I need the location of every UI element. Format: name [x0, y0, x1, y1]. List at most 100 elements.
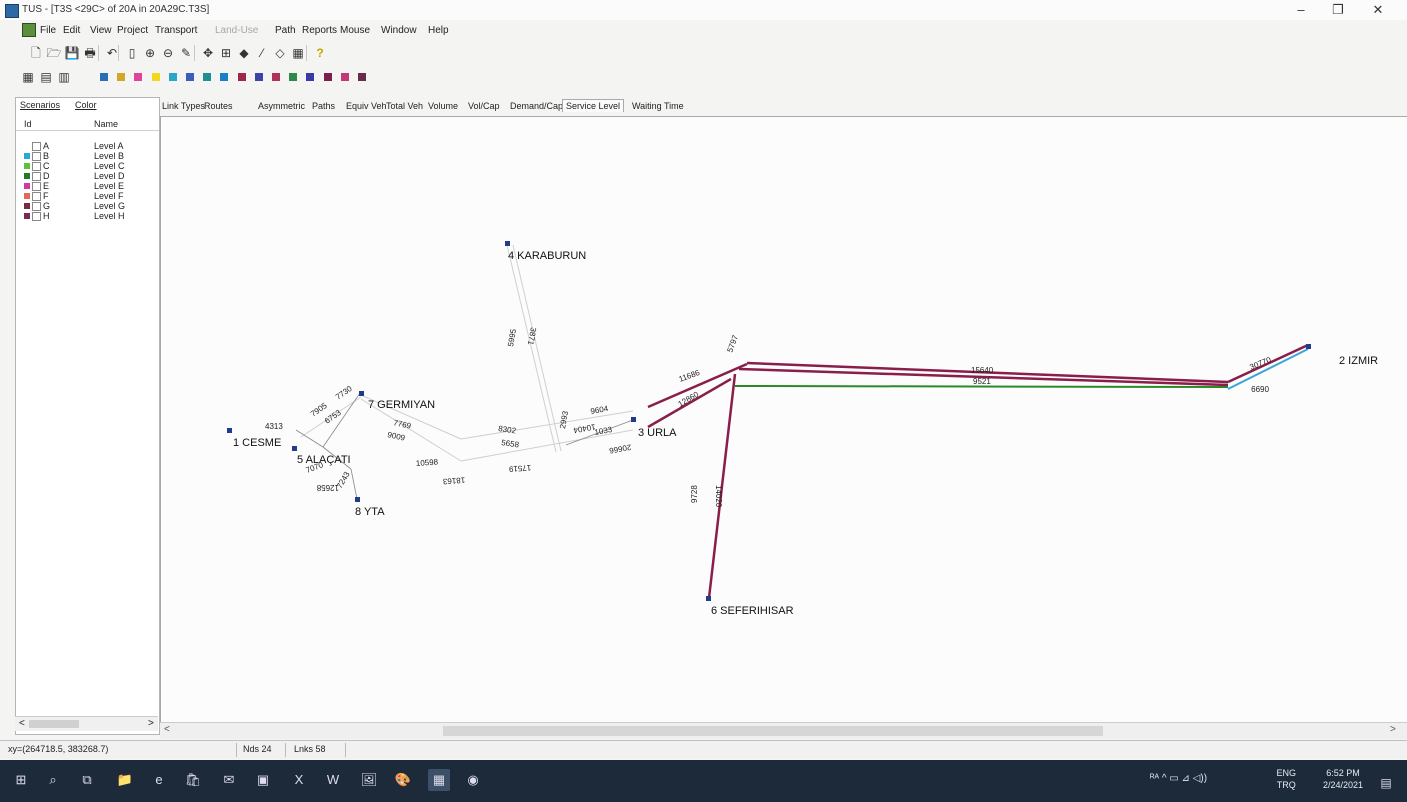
level-row[interactable]: D Level D [16, 171, 159, 181]
zoom-in-icon[interactable]: ⊕ [142, 45, 158, 61]
tab-service-level[interactable]: Service Level [562, 99, 625, 112]
language-indicator[interactable]: ENG TRQ [1276, 767, 1296, 791]
tab-total-veh[interactable]: Total Veh [386, 101, 423, 111]
tus-app-icon[interactable]: ▦ [428, 769, 450, 791]
network-map[interactable]: 4 KARABURUN 2 IZMIR 3 URLA 1 CESME 5 ALA… [161, 117, 1407, 724]
node-markers[interactable] [227, 241, 1311, 601]
edge-icon[interactable]: e [148, 769, 170, 791]
scroll-thumb[interactable] [443, 726, 1103, 736]
tab-routes[interactable]: Routes [204, 101, 233, 111]
scroll-right-icon[interactable]: > [148, 718, 154, 729]
tab-vol-cap[interactable]: Vol/Cap [468, 101, 500, 111]
color-swatch-button[interactable] [340, 73, 349, 81]
level-row[interactable]: B Level B [16, 151, 159, 161]
level-row[interactable]: H Level H [16, 211, 159, 221]
store-icon[interactable]: 🛍 [182, 769, 204, 791]
print-icon[interactable]: 🖶 [82, 45, 98, 61]
open-icon[interactable]: 🗁 [46, 45, 62, 61]
level-checkbox[interactable] [32, 202, 41, 211]
scroll-thumb[interactable] [29, 720, 79, 728]
menu-land-use[interactable]: Land-Use [215, 25, 258, 36]
scroll-left-icon[interactable]: < [164, 724, 170, 735]
system-tray[interactable]: ᴿᴬ ^ ▭ ⊿ ◁)) [1150, 773, 1207, 784]
level-row[interactable]: G Level G [16, 201, 159, 211]
menu-window[interactable]: Window [381, 25, 417, 36]
level-row[interactable]: E Level E [16, 181, 159, 191]
color-swatch-button[interactable] [272, 73, 280, 81]
task-view-icon[interactable]: ⧉ [76, 769, 98, 791]
menu-edit[interactable]: Edit [63, 25, 80, 36]
name-header[interactable]: Name [94, 119, 118, 129]
paint-icon[interactable]: 🎨 [392, 769, 414, 791]
color-swatch-button[interactable] [306, 73, 315, 81]
tab-color[interactable]: Color [75, 100, 97, 110]
menu-path[interactable]: Path [275, 25, 296, 36]
color-swatch-button[interactable] [289, 73, 298, 81]
color-swatch-button[interactable] [134, 73, 143, 81]
scroll-left-icon[interactable]: < [19, 718, 25, 729]
close-button[interactable]: ✕ [1363, 2, 1393, 18]
chrome-icon[interactable]: ◉ [462, 769, 484, 791]
color-swatch-button[interactable] [100, 73, 108, 81]
menu-transport[interactable]: Transport [155, 25, 197, 36]
help-icon[interactable]: ? [312, 45, 328, 61]
menu-mouse[interactable]: Mouse [340, 25, 370, 36]
link-level-d[interactable] [734, 385, 1229, 388]
tab-waiting-time[interactable]: Waiting Time [632, 101, 684, 111]
notifications-icon[interactable]: ▤ [1375, 772, 1397, 794]
photos-icon[interactable]: ▣ [252, 769, 274, 791]
tab-scenarios[interactable]: Scenarios [20, 100, 60, 110]
clock[interactable]: 6:52 PM 2/24/2021 [1323, 767, 1363, 791]
photo-viewer-icon[interactable]: 🖼 [358, 769, 380, 791]
color-swatch-button[interactable] [220, 73, 229, 81]
level-checkbox[interactable] [32, 192, 41, 201]
file-explorer-icon[interactable]: 📁 [114, 769, 136, 791]
grid-view-icon[interactable]: ▦ [20, 69, 36, 85]
tab-paths[interactable]: Paths [312, 101, 335, 111]
id-header[interactable]: Id [24, 119, 32, 129]
left-panel-scrollbar[interactable]: < > [15, 716, 158, 731]
color-swatch-button[interactable] [254, 73, 263, 81]
tab-equiv-veh[interactable]: Equiv Veh [346, 101, 387, 111]
color-swatch-button[interactable] [358, 73, 366, 81]
map-canvas[interactable]: 4 KARABURUN 2 IZMIR 3 URLA 1 CESME 5 ALA… [160, 116, 1407, 725]
document-icon[interactable] [22, 23, 36, 37]
new-icon[interactable]: 🗋 [28, 45, 44, 61]
menu-reports[interactable]: Reports [302, 25, 337, 36]
zoom-out-icon[interactable]: ⊖ [160, 45, 176, 61]
tab-demand-cap[interactable]: Demand/Cap [510, 101, 563, 111]
color-swatch-button[interactable] [203, 73, 212, 81]
select-icon[interactable]: ◇ [272, 45, 288, 61]
page-icon[interactable]: ▯ [124, 45, 140, 61]
menu-help[interactable]: Help [428, 25, 449, 36]
tree-icon[interactable]: ⊞ [218, 45, 234, 61]
level-row[interactable]: C Level C [16, 161, 159, 171]
color-swatch-button[interactable] [117, 73, 126, 81]
mail-icon[interactable]: ✉ [218, 769, 240, 791]
level-row[interactable]: F Level F [16, 191, 159, 201]
color-swatch-button[interactable] [186, 73, 194, 81]
word-icon[interactable]: W [322, 769, 344, 791]
grid-icon[interactable]: ▦ [290, 45, 306, 61]
menu-view[interactable]: View [90, 25, 112, 36]
tab-asymmetric[interactable]: Asymmetric [258, 101, 305, 111]
minimize-button[interactable]: – [1286, 2, 1316, 18]
menu-project[interactable]: Project [117, 25, 148, 36]
maximize-button[interactable]: ❐ [1323, 2, 1353, 18]
level-checkbox[interactable] [32, 162, 41, 171]
pan-icon[interactable]: ✥ [200, 45, 216, 61]
level-checkbox[interactable] [32, 212, 41, 221]
level-checkbox[interactable] [32, 172, 41, 181]
save-icon[interactable]: 💾 [64, 45, 80, 61]
level-checkbox[interactable] [32, 152, 41, 161]
level-checkbox[interactable] [32, 142, 41, 151]
scroll-right-icon[interactable]: > [1390, 724, 1396, 735]
map-horizontal-scrollbar[interactable]: < > [160, 722, 1407, 739]
layers-icon[interactable]: ▥ [56, 69, 72, 85]
legend-icon[interactable]: ▤ [38, 69, 54, 85]
color-swatch-button[interactable] [237, 73, 246, 81]
tab-volume[interactable]: Volume [428, 101, 458, 111]
find-icon[interactable]: ✎ [178, 45, 194, 61]
color-swatch-button[interactable] [168, 73, 177, 81]
start-icon[interactable]: ⊞ [10, 769, 32, 791]
